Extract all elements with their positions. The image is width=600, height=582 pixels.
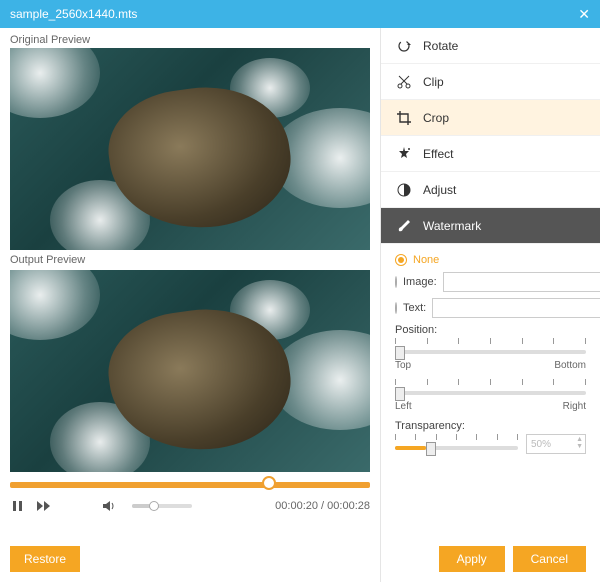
- tab-adjust[interactable]: Adjust: [381, 172, 600, 208]
- tab-crop-label: Crop: [423, 111, 449, 125]
- position-label: Position:: [395, 324, 586, 336]
- transparency-slider[interactable]: [395, 434, 518, 454]
- transparency-label: Transparency:: [395, 420, 586, 432]
- wm-none-row: None: [395, 254, 586, 266]
- wm-image-input[interactable]: [443, 272, 600, 292]
- window-title: sample_2560x1440.mts: [10, 7, 137, 21]
- tab-watermark-label: Watermark: [423, 219, 481, 233]
- rotate-icon: [395, 37, 413, 55]
- tab-watermark[interactable]: Watermark: [381, 208, 600, 244]
- restore-button[interactable]: Restore: [10, 546, 80, 572]
- output-preview-label: Output Preview: [10, 254, 370, 266]
- crop-icon: [395, 109, 413, 127]
- tab-rotate[interactable]: Rotate: [381, 28, 600, 64]
- close-icon[interactable]: ✕: [578, 6, 590, 23]
- tab-effect-label: Effect: [423, 147, 453, 161]
- tab-rotate-label: Rotate: [423, 39, 458, 53]
- wm-text-row: Text: T: [395, 298, 586, 318]
- pos-right-label: Right: [563, 401, 586, 412]
- wm-text-input[interactable]: [432, 298, 600, 318]
- right-panel: Rotate Clip Crop Effect Adjust: [380, 28, 600, 582]
- current-time: 00:00:20: [275, 500, 318, 512]
- adjust-icon: [395, 181, 413, 199]
- scissors-icon: [395, 73, 413, 91]
- main-area: Original Preview Output Preview: [0, 28, 600, 582]
- watermark-panel: None Image: Text: T Position:: [381, 244, 600, 536]
- playback-time: 00:00:20 / 00:00:28: [275, 500, 370, 512]
- pos-left-label: Left: [395, 401, 412, 412]
- titlebar: sample_2560x1440.mts ✕: [0, 0, 600, 28]
- transparency-spinner[interactable]: 50% ▲▼: [526, 434, 586, 454]
- position-horizontal-slider[interactable]: [395, 379, 586, 399]
- tab-crop[interactable]: Crop: [381, 100, 600, 136]
- wm-image-label: Image:: [403, 276, 437, 288]
- pos-bottom-label: Bottom: [554, 360, 586, 371]
- left-bottom-row: Restore: [10, 536, 370, 572]
- wm-none-label: None: [413, 254, 439, 266]
- pos-top-label: Top: [395, 360, 411, 371]
- radio-image[interactable]: [395, 276, 397, 288]
- tab-adjust-label: Adjust: [423, 183, 456, 197]
- effect-icon: [395, 145, 413, 163]
- position-vertical-slider[interactable]: [395, 338, 586, 358]
- volume-slider[interactable]: [132, 504, 192, 508]
- total-time: 00:00:28: [327, 500, 370, 512]
- original-preview-label: Original Preview: [10, 34, 370, 46]
- timeline-thumb[interactable]: [262, 476, 276, 490]
- cancel-button[interactable]: Cancel: [513, 546, 586, 572]
- pause-button[interactable]: [10, 498, 26, 514]
- playback-timeline[interactable]: [10, 482, 370, 488]
- right-bottom-row: Apply Cancel: [381, 536, 600, 582]
- transparency-value: 50%: [531, 439, 551, 450]
- left-panel: Original Preview Output Preview: [0, 28, 380, 582]
- wm-text-label: Text:: [403, 302, 426, 314]
- tab-clip-label: Clip: [423, 75, 444, 89]
- apply-button[interactable]: Apply: [439, 546, 505, 572]
- output-preview: [10, 270, 370, 472]
- volume-icon[interactable]: [102, 498, 118, 514]
- fast-forward-button[interactable]: [36, 498, 52, 514]
- playback-controls: 00:00:20 / 00:00:28: [10, 496, 370, 516]
- radio-text[interactable]: [395, 302, 397, 314]
- tab-clip[interactable]: Clip: [381, 64, 600, 100]
- radio-none[interactable]: [395, 254, 407, 266]
- wm-image-row: Image:: [395, 272, 586, 292]
- original-preview: [10, 48, 370, 250]
- tab-effect[interactable]: Effect: [381, 136, 600, 172]
- brush-icon: [395, 217, 413, 235]
